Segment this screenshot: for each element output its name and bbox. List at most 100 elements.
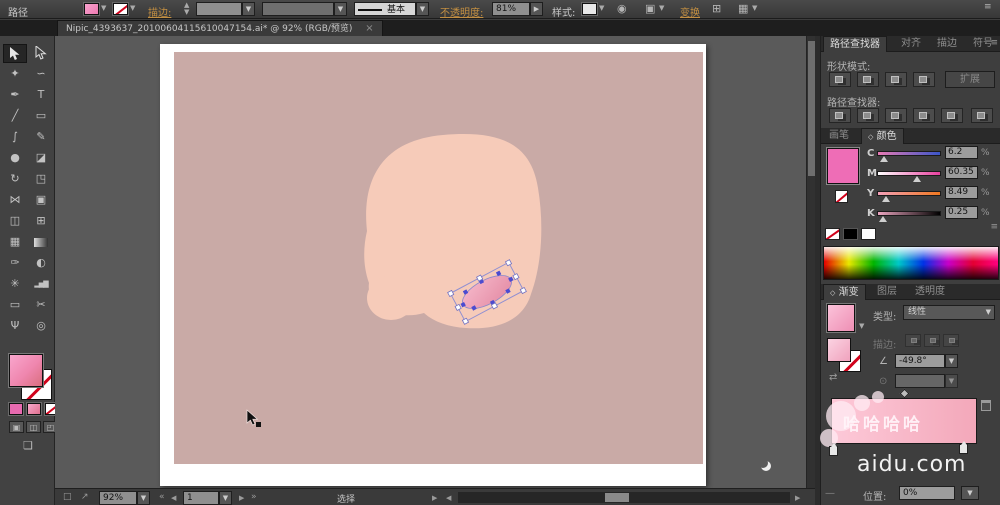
magenta-value[interactable]: 60.35 bbox=[945, 166, 978, 179]
selection-tool[interactable] bbox=[3, 44, 27, 63]
brush-definition-box[interactable]: 基本 bbox=[354, 2, 416, 16]
eyedropper-tool[interactable]: ✑ bbox=[3, 254, 27, 273]
magenta-slider[interactable] bbox=[877, 171, 941, 182]
select-similar-icon[interactable]: ▣ bbox=[645, 2, 655, 15]
minus-front-button[interactable] bbox=[857, 72, 879, 87]
gradient-tool[interactable] bbox=[29, 233, 53, 252]
merge-button[interactable] bbox=[885, 108, 907, 123]
minus-back-button[interactable] bbox=[971, 108, 993, 123]
position-input[interactable]: 0% bbox=[899, 486, 955, 500]
prev-artboard-icon[interactable]: ◀ bbox=[171, 494, 176, 502]
tab-align[interactable]: 对齐 bbox=[895, 36, 927, 52]
tab-stroke[interactable]: 描边 bbox=[931, 36, 963, 52]
tab-gradient[interactable]: ◇ 渐变 bbox=[823, 284, 866, 300]
blend-tool[interactable]: ◐ bbox=[29, 254, 53, 273]
rotate-tool[interactable]: ↻ bbox=[3, 170, 27, 189]
select-similar-dd-icon[interactable]: ▼ bbox=[659, 4, 664, 12]
magic-wand-tool[interactable]: ✦ bbox=[3, 65, 27, 84]
intersect-button[interactable] bbox=[885, 72, 907, 87]
pencil-tool[interactable]: ✎ bbox=[29, 128, 53, 147]
gradient-midpoint-handle[interactable] bbox=[899, 388, 910, 399]
draw-behind-button[interactable]: ◫ bbox=[26, 421, 41, 433]
stroke-within-button[interactable] bbox=[905, 334, 921, 347]
style-swatch[interactable] bbox=[582, 3, 597, 15]
gradient-fill-proxy[interactable] bbox=[827, 338, 851, 362]
style-dd-icon[interactable]: ▼ bbox=[599, 4, 604, 12]
opacity-label[interactable]: 不透明度: bbox=[440, 4, 483, 19]
fill-dropdown-icon[interactable]: ▼ bbox=[101, 4, 106, 12]
variable-width-input[interactable] bbox=[262, 2, 334, 16]
unite-button[interactable] bbox=[829, 72, 851, 87]
tab-transparency[interactable]: 透明度 bbox=[909, 284, 951, 300]
opacity-input[interactable]: 81% bbox=[492, 2, 530, 16]
hscroll-left-icon[interactable]: ◀ bbox=[446, 494, 451, 502]
control-bar-menu-icon[interactable]: ≡ bbox=[984, 2, 992, 12]
artboard-number-input[interactable]: 1 bbox=[183, 491, 219, 505]
paintbrush-tool[interactable]: ∫ bbox=[3, 128, 27, 147]
opacity-dd[interactable]: ▶ bbox=[530, 2, 543, 16]
yellow-value[interactable]: 8.49 bbox=[945, 186, 978, 199]
pen-tool[interactable]: ✒ bbox=[3, 86, 27, 105]
column-graph-tool[interactable]: ▂▅▇ bbox=[29, 275, 53, 294]
gradient-thumbnail[interactable] bbox=[827, 304, 855, 332]
last-artboard-icon[interactable]: » bbox=[251, 492, 257, 502]
recolor-artwork-icon[interactable]: ◉ bbox=[617, 2, 627, 15]
black-slider[interactable] bbox=[877, 211, 941, 222]
stroke-weight-input[interactable] bbox=[196, 2, 242, 16]
type-tool[interactable]: T bbox=[29, 86, 53, 105]
tab-pathfinder[interactable]: 路径查找器 bbox=[823, 36, 887, 52]
gradient-stop-left[interactable] bbox=[829, 443, 838, 456]
stroke-along-button[interactable] bbox=[924, 334, 940, 347]
stroke-weight-down-icon[interactable]: ▼ bbox=[184, 8, 189, 16]
align-icon[interactable]: ⊞ bbox=[712, 2, 721, 15]
black-value[interactable]: 0.25 bbox=[945, 206, 978, 219]
shape-builder-tool[interactable]: ◫ bbox=[3, 212, 27, 231]
hand-tool[interactable]: Ψ bbox=[3, 317, 27, 336]
status-icon-b[interactable]: ↗ bbox=[81, 492, 89, 502]
tab-layers[interactable]: 图层 bbox=[871, 284, 903, 300]
blob-brush-tool[interactable]: ● bbox=[3, 149, 27, 168]
isolate-dd-icon[interactable]: ▼ bbox=[752, 4, 757, 12]
color-fill-swatch[interactable] bbox=[827, 148, 859, 184]
stroke-weight-dd[interactable]: ▼ bbox=[242, 2, 255, 16]
aspect-ratio-dd[interactable]: ▼ bbox=[945, 374, 958, 388]
color-stroke-proxy[interactable] bbox=[835, 190, 848, 203]
black-swatch[interactable] bbox=[843, 228, 858, 240]
mesh-tool[interactable]: ▦ bbox=[3, 233, 27, 252]
color-menu-icon[interactable]: ≡ bbox=[990, 222, 998, 232]
next-artboard-icon[interactable]: ▶ bbox=[239, 494, 244, 502]
gradient-angle-dd[interactable]: ▼ bbox=[945, 354, 958, 368]
tab-brushes[interactable]: 画笔 bbox=[823, 128, 855, 144]
divide-button[interactable] bbox=[829, 108, 851, 123]
variable-width-dd[interactable]: ▼ bbox=[334, 2, 347, 16]
vertical-scroll-thumb[interactable] bbox=[808, 41, 815, 176]
status-icon-a[interactable]: □ bbox=[63, 492, 72, 502]
cyan-value[interactable]: 6.2 bbox=[945, 146, 978, 159]
isolate-icon[interactable]: ▦ bbox=[738, 2, 748, 15]
aspect-ratio-input[interactable] bbox=[895, 374, 945, 388]
free-transform-tool[interactable]: ▣ bbox=[29, 191, 53, 210]
stroke-across-button[interactable] bbox=[943, 334, 959, 347]
horizontal-scroll-thumb[interactable] bbox=[605, 493, 629, 502]
transform-link[interactable]: 变换 bbox=[680, 4, 700, 19]
zoom-level-input[interactable]: 92% bbox=[99, 491, 137, 505]
width-tool[interactable]: ⋈ bbox=[3, 191, 27, 210]
color-mode-button[interactable] bbox=[9, 403, 23, 415]
lasso-tool[interactable]: ∽ bbox=[29, 65, 53, 84]
exclude-button[interactable] bbox=[913, 72, 935, 87]
stroke-color-swatch[interactable] bbox=[113, 3, 128, 15]
yellow-slider[interactable] bbox=[877, 191, 941, 202]
blob-shape[interactable] bbox=[364, 134, 542, 329]
symbol-sprayer-tool[interactable]: ✳ bbox=[3, 275, 27, 294]
close-tab-icon[interactable]: × bbox=[365, 23, 373, 34]
cyan-slider[interactable] bbox=[877, 151, 941, 162]
gradient-angle-input[interactable]: -49.8° bbox=[895, 354, 945, 368]
hscroll-right-icon[interactable]: ▶ bbox=[795, 494, 800, 502]
white-swatch[interactable] bbox=[861, 228, 876, 240]
document-tab[interactable]: Nipic_4393637_20100604115610047154.ai* @… bbox=[57, 20, 383, 36]
slice-tool[interactable]: ✂ bbox=[29, 296, 53, 315]
line-segment-tool[interactable]: ╱ bbox=[3, 107, 27, 126]
pathfinder-menu-icon[interactable]: ≡ bbox=[990, 38, 998, 48]
reverse-gradient-icon[interactable]: ⇄ bbox=[829, 372, 837, 383]
artboard-number-dd[interactable]: ▼ bbox=[219, 491, 232, 505]
